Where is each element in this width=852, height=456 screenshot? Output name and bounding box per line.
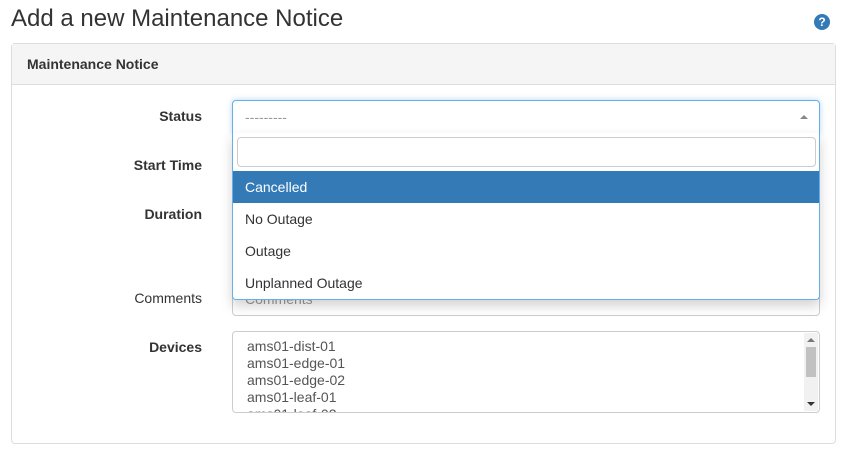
duration-label: Duration [144, 206, 202, 222]
status-label: Status [159, 108, 202, 124]
status-search-input[interactable] [237, 137, 816, 167]
status-option-unplanned-outage[interactable]: Unplanned Outage [233, 267, 819, 299]
status-dropdown: Cancelled No Outage Outage Unplanned Out… [232, 133, 820, 300]
panel-heading: Maintenance Notice [12, 44, 835, 85]
caret-up-icon [800, 115, 808, 119]
device-option[interactable]: ams01-edge-02 [233, 372, 819, 389]
help-icon[interactable]: ? [814, 14, 830, 30]
scroll-up-arrow-icon[interactable] [807, 338, 815, 342]
status-select[interactable]: --------- [232, 100, 820, 134]
comments-label: Comments [134, 290, 202, 306]
devices-multiselect[interactable]: ams01-dist-01 ams01-edge-01 ams01-edge-0… [232, 331, 820, 413]
device-option[interactable]: ams01-dist-01 [233, 338, 819, 355]
scroll-down-arrow-icon[interactable] [807, 402, 815, 406]
device-option[interactable]: ams01-edge-01 [233, 355, 819, 372]
status-option-no-outage[interactable]: No Outage [233, 203, 819, 235]
status-option-outage[interactable]: Outage [233, 235, 819, 267]
device-option[interactable]: ams01-leaf-02 [233, 406, 819, 412]
device-option[interactable]: ams01-leaf-01 [233, 389, 819, 406]
scrollbar-thumb[interactable] [806, 347, 816, 377]
page-title: Add a new Maintenance Notice [11, 5, 344, 32]
start-time-label: Start Time [133, 157, 202, 173]
status-option-cancelled[interactable]: Cancelled [233, 171, 819, 203]
status-selected-value: --------- [245, 109, 287, 125]
devices-scrollbar[interactable] [804, 333, 818, 411]
devices-label: Devices [149, 339, 202, 355]
